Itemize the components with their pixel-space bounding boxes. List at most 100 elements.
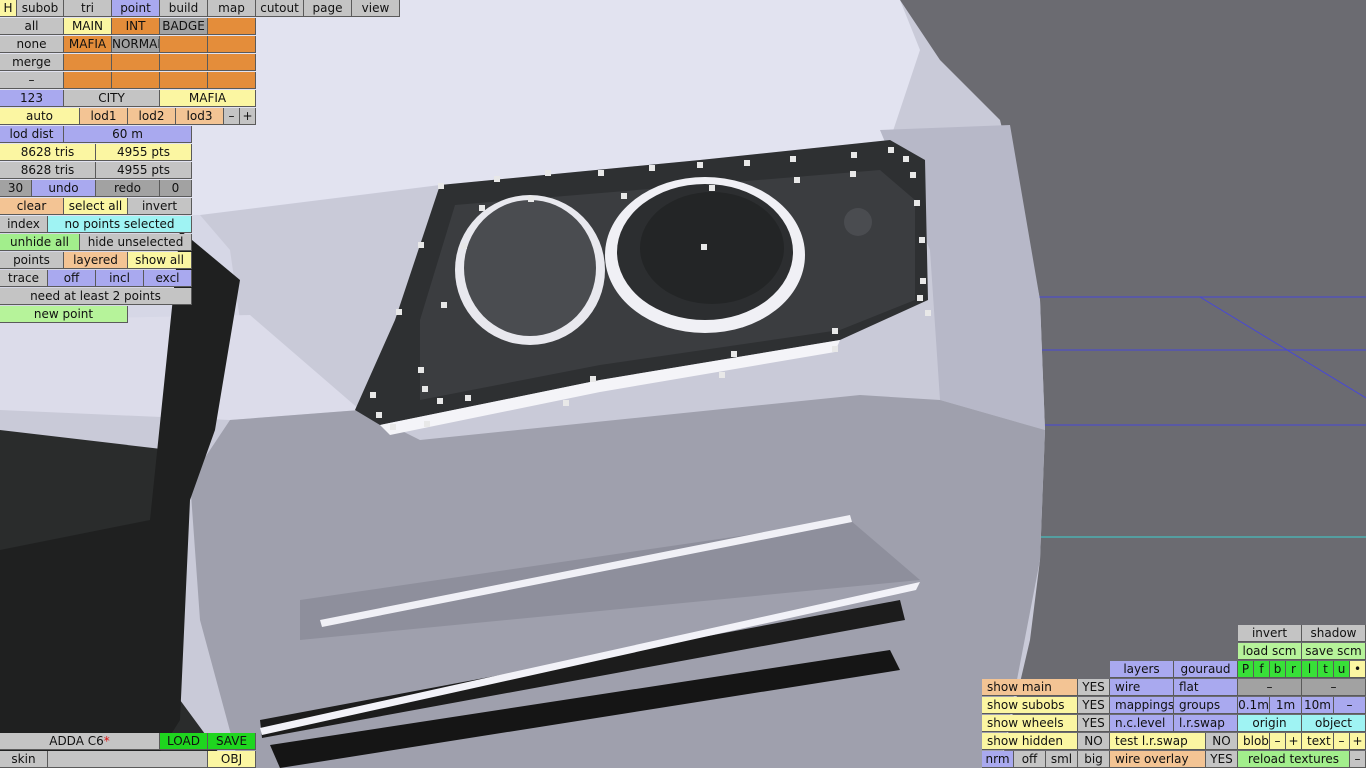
- show-main-label[interactable]: show main: [982, 679, 1078, 696]
- mappings-button[interactable]: mappings: [1110, 697, 1174, 714]
- skin-name-field[interactable]: [48, 751, 208, 768]
- flag-dot-toggle[interactable]: •: [1350, 661, 1366, 678]
- normals-big-button[interactable]: big: [1078, 751, 1110, 768]
- trace-button[interactable]: trace: [0, 270, 48, 287]
- show-subobs-label[interactable]: show subobs: [982, 697, 1078, 714]
- lod3-button[interactable]: lod3: [176, 108, 224, 125]
- mafia-subob-button[interactable]: MAFIA: [64, 36, 112, 53]
- main-subob-button[interactable]: MAIN: [64, 18, 112, 35]
- empty-subob-slot[interactable]: [160, 36, 208, 53]
- lod-auto-button[interactable]: auto: [0, 108, 80, 125]
- trace-excl-button[interactable]: excl: [144, 270, 192, 287]
- show-hidden-label[interactable]: show hidden: [982, 733, 1078, 750]
- invert-button[interactable]: invert: [1238, 625, 1302, 642]
- reload-textures-button[interactable]: reload textures: [1238, 751, 1350, 768]
- blob-decrement-button[interactable]: –: [1270, 733, 1286, 750]
- normals-sml-button[interactable]: sml: [1046, 751, 1078, 768]
- empty-subob-slot[interactable]: [64, 54, 112, 71]
- obj-button[interactable]: OBJ: [208, 751, 256, 768]
- show-subobs-value[interactable]: YES: [1078, 697, 1110, 714]
- badge-subob-button[interactable]: BADGE: [160, 18, 208, 35]
- empty-subob-slot[interactable]: [208, 72, 256, 89]
- hide-unselected-button[interactable]: hide unselected: [80, 234, 192, 251]
- unhide-all-button[interactable]: unhide all: [0, 234, 80, 251]
- save-button[interactable]: SAVE: [208, 733, 256, 750]
- text-button[interactable]: text: [1302, 733, 1334, 750]
- flag-b-toggle[interactable]: b: [1270, 661, 1286, 678]
- test-lr-swap-label[interactable]: test l.r.swap: [1110, 733, 1206, 750]
- flag-u-toggle[interactable]: u: [1334, 661, 1350, 678]
- trace-off-button[interactable]: off: [48, 270, 96, 287]
- empty-subob-slot[interactable]: [208, 54, 256, 71]
- select-none-button[interactable]: none: [0, 36, 64, 53]
- empty-subob-slot[interactable]: [160, 72, 208, 89]
- flag-t-toggle[interactable]: t: [1318, 661, 1334, 678]
- view-tab[interactable]: view: [352, 0, 400, 17]
- flag-p-toggle[interactable]: P: [1238, 661, 1254, 678]
- groups-button[interactable]: groups: [1174, 697, 1238, 714]
- city-button[interactable]: CITY: [64, 90, 160, 107]
- lod-decrement-button[interactable]: –: [224, 108, 240, 125]
- shadow-button[interactable]: shadow: [1302, 625, 1366, 642]
- layers-button[interactable]: layers: [1110, 661, 1174, 678]
- empty-subob-slot[interactable]: [112, 72, 160, 89]
- layered-button[interactable]: layered: [64, 252, 128, 269]
- subob-tab[interactable]: subob: [17, 0, 64, 17]
- h-button[interactable]: H: [0, 0, 17, 17]
- origin-button[interactable]: origin: [1238, 715, 1302, 732]
- flat-button[interactable]: flat: [1174, 679, 1238, 696]
- gouraud-button[interactable]: gouraud: [1174, 661, 1238, 678]
- number-123-button[interactable]: 123: [0, 90, 64, 107]
- mafia-button[interactable]: MAFIA: [160, 90, 256, 107]
- point-tab[interactable]: point: [112, 0, 160, 17]
- flag-f-toggle[interactable]: f: [1254, 661, 1270, 678]
- wire-button[interactable]: wire: [1110, 679, 1174, 696]
- empty-subob-slot[interactable]: [208, 36, 256, 53]
- points-button[interactable]: points: [0, 252, 64, 269]
- build-tab[interactable]: build: [160, 0, 208, 17]
- select-all-button[interactable]: select all: [64, 198, 128, 215]
- select-all-subobs-button[interactable]: all: [0, 18, 64, 35]
- lod-dist-label[interactable]: lod dist: [0, 126, 64, 143]
- tri-tab[interactable]: tri: [64, 0, 112, 17]
- normals-nrm-button[interactable]: nrm: [982, 751, 1014, 768]
- show-wheels-value[interactable]: YES: [1078, 715, 1110, 732]
- lod-dist-value[interactable]: 60 m: [64, 126, 192, 143]
- cutout-tab[interactable]: cutout: [256, 0, 304, 17]
- blob-button[interactable]: blob: [1238, 733, 1270, 750]
- empty-subob-slot[interactable]: [208, 18, 256, 35]
- empty-subob-slot[interactable]: [160, 54, 208, 71]
- clear-selection-button[interactable]: clear: [0, 198, 64, 215]
- wire-overlay-label[interactable]: wire overlay: [1110, 751, 1206, 768]
- page-tab[interactable]: page: [304, 0, 352, 17]
- show-hidden-value[interactable]: NO: [1078, 733, 1110, 750]
- text-decrement-button[interactable]: –: [1334, 733, 1350, 750]
- empty-subob-slot[interactable]: [112, 54, 160, 71]
- invert-selection-button[interactable]: invert: [128, 198, 192, 215]
- new-point-button[interactable]: new point: [0, 306, 128, 323]
- map-tab[interactable]: map: [208, 0, 256, 17]
- step-minus-button[interactable]: –: [1334, 697, 1366, 714]
- show-main-value[interactable]: YES: [1078, 679, 1110, 696]
- load-button[interactable]: LOAD: [160, 733, 208, 750]
- dash-button-left[interactable]: –: [1238, 679, 1302, 696]
- lod1-button[interactable]: lod1: [80, 108, 128, 125]
- lod2-button[interactable]: lod2: [128, 108, 176, 125]
- step-0-1m-button[interactable]: 0.1m: [1238, 697, 1270, 714]
- blob-increment-button[interactable]: +: [1286, 733, 1302, 750]
- int-subob-button[interactable]: INT: [112, 18, 160, 35]
- nc-level-button[interactable]: n.c.level: [1110, 715, 1174, 732]
- merge-button[interactable]: merge: [0, 54, 64, 71]
- dash-button-right[interactable]: –: [1302, 679, 1366, 696]
- reload-dash-button[interactable]: –: [1350, 751, 1366, 768]
- normal-subob-button[interactable]: NORMAL: [112, 36, 160, 53]
- show-all-button[interactable]: show all: [128, 252, 192, 269]
- object-button[interactable]: object: [1302, 715, 1366, 732]
- flag-l-toggle[interactable]: l: [1302, 661, 1318, 678]
- undo-button[interactable]: undo: [32, 180, 96, 197]
- index-button[interactable]: index: [0, 216, 48, 233]
- lod-increment-button[interactable]: +: [240, 108, 256, 125]
- normals-off-button[interactable]: off: [1014, 751, 1046, 768]
- redo-button[interactable]: redo: [96, 180, 160, 197]
- test-lr-swap-value[interactable]: NO: [1206, 733, 1238, 750]
